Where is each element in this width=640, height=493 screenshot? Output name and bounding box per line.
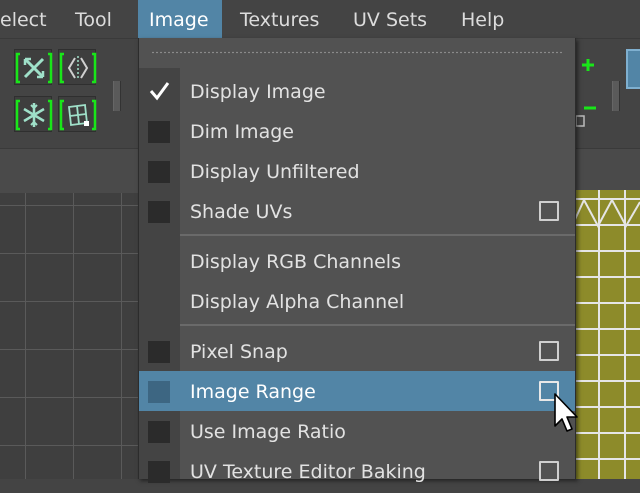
mouse-cursor-icon (554, 393, 578, 432)
image-menu-dropdown: Display Image Dim Image Display Unfilter… (138, 38, 576, 483)
menu-item-display-rgb-channels[interactable]: Display RGB Channels (139, 241, 575, 281)
menu-item-label: Pixel Snap (190, 341, 288, 363)
menu-item-label: UV Texture Editor Baking (190, 461, 426, 483)
menu-item-display-unfiltered[interactable]: Display Unfiltered (139, 151, 575, 191)
menu-item-label: Image Range (190, 381, 316, 403)
menu-item-shade-uvs[interactable]: Shade UVs (139, 191, 575, 231)
snowflake-icon (15, 99, 53, 131)
menu-item-label: Dim Image (190, 121, 294, 143)
mirror-icon (59, 52, 97, 84)
menu-item-display-image[interactable]: Display Image (139, 71, 575, 111)
checkbox[interactable] (148, 161, 170, 183)
checkbox[interactable] (148, 461, 170, 483)
check-icon (149, 82, 170, 101)
menu-item-pixel-snap[interactable]: Pixel Snap (139, 331, 575, 371)
option-box-icon[interactable] (539, 201, 559, 221)
checkbox[interactable] (148, 201, 170, 223)
menu-item-label: Display RGB Channels (190, 251, 401, 273)
unfold-icon (15, 52, 53, 84)
menu-item-use-image-ratio[interactable]: Use Image Ratio (139, 411, 575, 451)
uv-shell-top-edge (572, 197, 640, 229)
menu-separator (180, 324, 575, 326)
checkbox[interactable] (148, 341, 170, 363)
active-tool-button[interactable] (626, 49, 640, 89)
toolbar-separator-handle[interactable] (113, 81, 121, 111)
uv-grid-button[interactable] (58, 96, 97, 132)
menu-tool[interactable]: Tool (64, 0, 123, 38)
menu-item-uv-texture-editor-baking[interactable]: UV Texture Editor Baking (139, 451, 575, 491)
menu-item-label: Use Image Ratio (190, 421, 346, 443)
option-box-icon[interactable] (539, 461, 559, 481)
uv-grid-icon (59, 99, 97, 131)
menu-uv-sets[interactable]: UV Sets (342, 0, 438, 38)
toolbar-separator-handle-right[interactable] (612, 81, 620, 111)
checkbox[interactable] (148, 381, 170, 403)
option-box-icon[interactable] (539, 341, 559, 361)
menu-help[interactable]: Help (450, 0, 515, 38)
checkbox[interactable] (148, 121, 170, 143)
menu-item-label: Display Unfiltered (190, 161, 360, 183)
mirror-button[interactable] (58, 49, 97, 85)
menu-item-dim-image[interactable]: Dim Image (139, 111, 575, 151)
add-icon (582, 59, 594, 71)
menu-select[interactable]: elect (0, 0, 58, 38)
menu-item-label: Shade UVs (190, 201, 293, 223)
add-button[interactable] (574, 49, 604, 85)
menu-item-label: Display Image (190, 81, 326, 103)
menu-item-label: Display Alpha Channel (190, 291, 405, 313)
menu-item-display-alpha-channel[interactable]: Display Alpha Channel (139, 281, 575, 321)
menu-item-image-range[interactable]: Image Range (139, 371, 575, 411)
menu-image[interactable]: Image (138, 0, 222, 38)
uv-shell[interactable] (572, 190, 640, 479)
checkbox[interactable] (148, 421, 170, 443)
menu-tearoff[interactable] (139, 38, 575, 68)
snowflake-button[interactable] (14, 96, 53, 132)
menu-bar: elect Tool Image Textures UV Sets Help (0, 0, 640, 39)
unfold-button[interactable] (14, 49, 53, 85)
menu-separator (180, 234, 575, 236)
menu-textures[interactable]: Textures (229, 0, 330, 38)
subtract-button[interactable] (574, 96, 604, 132)
subtract-icon (575, 106, 596, 127)
